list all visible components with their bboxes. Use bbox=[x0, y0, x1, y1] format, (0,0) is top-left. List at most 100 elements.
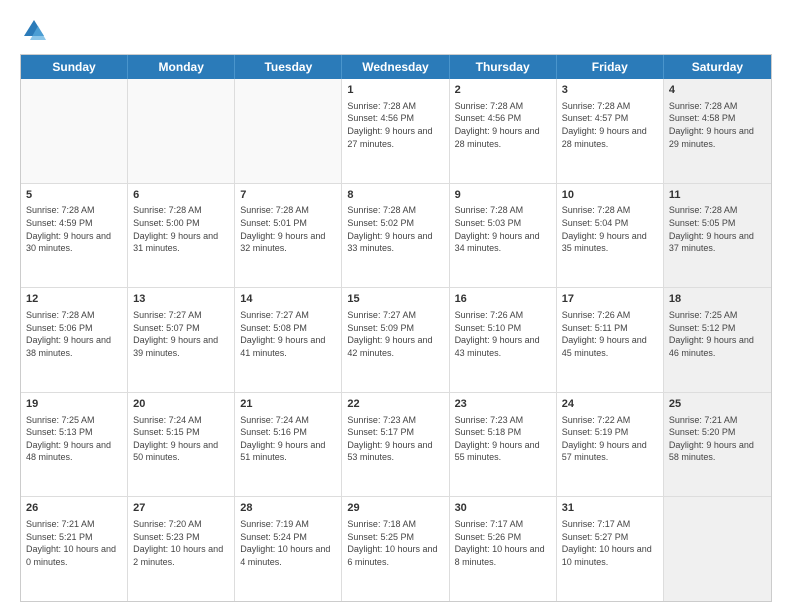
day-cell-27: 27 Sunrise: 7:20 AMSunset: 5:23 PMDayligh… bbox=[128, 497, 235, 601]
day-number: 3 bbox=[562, 83, 658, 98]
day-cell-23: 23 Sunrise: 7:23 AMSunset: 5:18 PMDayligh… bbox=[450, 393, 557, 497]
empty-cell bbox=[128, 79, 235, 183]
cell-info: Sunrise: 7:26 AMSunset: 5:11 PMDaylight:… bbox=[562, 309, 658, 359]
day-number: 22 bbox=[347, 397, 443, 412]
day-header-thursday: Thursday bbox=[450, 55, 557, 79]
cell-info: Sunrise: 7:23 AMSunset: 5:18 PMDaylight:… bbox=[455, 414, 551, 464]
day-cell-10: 10Sunrise: 7:28 AMSunset: 5:04 PMDayligh… bbox=[557, 184, 664, 288]
day-cell-3: 3Sunrise: 7:28 AMSunset: 4:57 PMDaylight… bbox=[557, 79, 664, 183]
day-number: 9 bbox=[455, 188, 551, 203]
day-number: 20 bbox=[133, 397, 229, 412]
cell-info: Sunrise: 7:18 AMSunset: 5:25 PMDaylight:… bbox=[347, 518, 443, 568]
day-number: 5 bbox=[26, 188, 122, 203]
day-cell-6: 6Sunrise: 7:28 AMSunset: 5:00 PMDaylight… bbox=[128, 184, 235, 288]
day-cell-17: 17 Sunrise: 7:26 AMSunset: 5:11 PMDayligh… bbox=[557, 288, 664, 392]
day-cell-15: 15 Sunrise: 7:27 AMSunset: 5:09 PMDayligh… bbox=[342, 288, 449, 392]
day-number: 31 bbox=[562, 501, 658, 516]
day-number: 27 bbox=[133, 501, 229, 516]
cell-info: Sunrise: 7:28 AMSunset: 5:06 PMDaylight:… bbox=[26, 309, 122, 359]
calendar-header: SundayMondayTuesdayWednesdayThursdayFrid… bbox=[21, 55, 771, 79]
day-header-saturday: Saturday bbox=[664, 55, 771, 79]
day-cell-8: 8Sunrise: 7:28 AMSunset: 5:02 PMDaylight… bbox=[342, 184, 449, 288]
cell-info: Sunrise: 7:27 AMSunset: 5:09 PMDaylight:… bbox=[347, 309, 443, 359]
day-cell-19: 19 Sunrise: 7:25 AMSunset: 5:13 PMDayligh… bbox=[21, 393, 128, 497]
calendar-week-1: 1 Sunrise: 7:28 AMSunset: 4:56 PMDaylight… bbox=[21, 79, 771, 184]
cell-info: Sunrise: 7:24 AMSunset: 5:16 PMDaylight:… bbox=[240, 414, 336, 464]
cell-info: Sunrise: 7:28 AMSunset: 5:02 PMDaylight:… bbox=[347, 204, 443, 254]
cell-info: Sunrise: 7:17 AMSunset: 5:27 PMDaylight:… bbox=[562, 518, 658, 568]
day-number: 15 bbox=[347, 292, 443, 307]
calendar-week-3: 12Sunrise: 7:28 AMSunset: 5:06 PMDayligh… bbox=[21, 288, 771, 393]
day-cell-4: 4 Sunrise: 7:28 AMSunset: 4:58 PMDaylight… bbox=[664, 79, 771, 183]
calendar-body: 1 Sunrise: 7:28 AMSunset: 4:56 PMDaylight… bbox=[21, 79, 771, 601]
empty-cell bbox=[664, 497, 771, 601]
calendar-week-4: 19 Sunrise: 7:25 AMSunset: 5:13 PMDayligh… bbox=[21, 393, 771, 498]
day-number: 10 bbox=[562, 188, 658, 203]
cell-info: Sunrise: 7:24 AMSunset: 5:15 PMDaylight:… bbox=[133, 414, 229, 464]
day-number: 4 bbox=[669, 83, 766, 98]
calendar: SundayMondayTuesdayWednesdayThursdayFrid… bbox=[20, 54, 772, 602]
day-cell-13: 13Sunrise: 7:27 AMSunset: 5:07 PMDayligh… bbox=[128, 288, 235, 392]
calendar-week-2: 5Sunrise: 7:28 AMSunset: 4:59 PMDaylight… bbox=[21, 184, 771, 289]
day-number: 29 bbox=[347, 501, 443, 516]
day-number: 11 bbox=[669, 188, 766, 203]
page-header bbox=[20, 16, 772, 44]
cell-info: Sunrise: 7:21 AMSunset: 5:20 PMDaylight:… bbox=[669, 414, 766, 464]
day-cell-11: 11Sunrise: 7:28 AMSunset: 5:05 PMDayligh… bbox=[664, 184, 771, 288]
day-cell-7: 7Sunrise: 7:28 AMSunset: 5:01 PMDaylight… bbox=[235, 184, 342, 288]
day-cell-26: 26Sunrise: 7:21 AMSunset: 5:21 PMDayligh… bbox=[21, 497, 128, 601]
day-number: 23 bbox=[455, 397, 551, 412]
cell-info: Sunrise: 7:25 AMSunset: 5:12 PMDaylight:… bbox=[669, 309, 766, 359]
cell-info: Sunrise: 7:28 AMSunset: 4:56 PMDaylight:… bbox=[347, 100, 443, 150]
cell-info: Sunrise: 7:17 AMSunset: 5:26 PMDaylight:… bbox=[455, 518, 551, 568]
cell-info: Sunrise: 7:28 AMSunset: 4:58 PMDaylight:… bbox=[669, 100, 766, 150]
day-cell-1: 1 Sunrise: 7:28 AMSunset: 4:56 PMDaylight… bbox=[342, 79, 449, 183]
cell-info: Sunrise: 7:20 AMSunset: 5:23 PMDaylight:… bbox=[133, 518, 229, 568]
calendar-week-5: 26Sunrise: 7:21 AMSunset: 5:21 PMDayligh… bbox=[21, 497, 771, 601]
cell-info: Sunrise: 7:25 AMSunset: 5:13 PMDaylight:… bbox=[26, 414, 122, 464]
day-number: 1 bbox=[347, 83, 443, 98]
day-number: 13 bbox=[133, 292, 229, 307]
logo-icon bbox=[20, 16, 48, 44]
day-number: 19 bbox=[26, 397, 122, 412]
day-cell-5: 5Sunrise: 7:28 AMSunset: 4:59 PMDaylight… bbox=[21, 184, 128, 288]
day-cell-31: 31 Sunrise: 7:17 AMSunset: 5:27 PMDayligh… bbox=[557, 497, 664, 601]
day-number: 25 bbox=[669, 397, 766, 412]
cell-info: Sunrise: 7:26 AMSunset: 5:10 PMDaylight:… bbox=[455, 309, 551, 359]
day-cell-2: 2 Sunrise: 7:28 AMSunset: 4:56 PMDaylight… bbox=[450, 79, 557, 183]
cell-info: Sunrise: 7:28 AMSunset: 4:56 PMDaylight:… bbox=[455, 100, 551, 150]
day-cell-30: 30Sunrise: 7:17 AMSunset: 5:26 PMDayligh… bbox=[450, 497, 557, 601]
day-number: 17 bbox=[562, 292, 658, 307]
day-number: 6 bbox=[133, 188, 229, 203]
cell-info: Sunrise: 7:28 AMSunset: 5:04 PMDaylight:… bbox=[562, 204, 658, 254]
day-cell-18: 18 Sunrise: 7:25 AMSunset: 5:12 PMDayligh… bbox=[664, 288, 771, 392]
day-cell-16: 16 Sunrise: 7:26 AMSunset: 5:10 PMDayligh… bbox=[450, 288, 557, 392]
day-number: 24 bbox=[562, 397, 658, 412]
day-cell-28: 28Sunrise: 7:19 AMSunset: 5:24 PMDayligh… bbox=[235, 497, 342, 601]
day-cell-24: 24Sunrise: 7:22 AMSunset: 5:19 PMDayligh… bbox=[557, 393, 664, 497]
page-container: SundayMondayTuesdayWednesdayThursdayFrid… bbox=[0, 0, 792, 612]
cell-info: Sunrise: 7:21 AMSunset: 5:21 PMDaylight:… bbox=[26, 518, 122, 568]
day-cell-21: 21 Sunrise: 7:24 AMSunset: 5:16 PMDayligh… bbox=[235, 393, 342, 497]
cell-info: Sunrise: 7:28 AMSunset: 5:01 PMDaylight:… bbox=[240, 204, 336, 254]
day-header-monday: Monday bbox=[128, 55, 235, 79]
day-cell-29: 29 Sunrise: 7:18 AMSunset: 5:25 PMDayligh… bbox=[342, 497, 449, 601]
day-header-tuesday: Tuesday bbox=[235, 55, 342, 79]
day-cell-9: 9Sunrise: 7:28 AMSunset: 5:03 PMDaylight… bbox=[450, 184, 557, 288]
day-cell-12: 12Sunrise: 7:28 AMSunset: 5:06 PMDayligh… bbox=[21, 288, 128, 392]
cell-info: Sunrise: 7:19 AMSunset: 5:24 PMDaylight:… bbox=[240, 518, 336, 568]
day-number: 2 bbox=[455, 83, 551, 98]
day-header-sunday: Sunday bbox=[21, 55, 128, 79]
day-number: 18 bbox=[669, 292, 766, 307]
empty-cell bbox=[21, 79, 128, 183]
day-number: 7 bbox=[240, 188, 336, 203]
day-number: 14 bbox=[240, 292, 336, 307]
day-cell-20: 20 Sunrise: 7:24 AMSunset: 5:15 PMDayligh… bbox=[128, 393, 235, 497]
empty-cell bbox=[235, 79, 342, 183]
cell-info: Sunrise: 7:28 AMSunset: 5:00 PMDaylight:… bbox=[133, 204, 229, 254]
day-number: 21 bbox=[240, 397, 336, 412]
day-cell-25: 25 Sunrise: 7:21 AMSunset: 5:20 PMDayligh… bbox=[664, 393, 771, 497]
day-number: 16 bbox=[455, 292, 551, 307]
day-cell-14: 14Sunrise: 7:27 AMSunset: 5:08 PMDayligh… bbox=[235, 288, 342, 392]
day-cell-22: 22Sunrise: 7:23 AMSunset: 5:17 PMDayligh… bbox=[342, 393, 449, 497]
